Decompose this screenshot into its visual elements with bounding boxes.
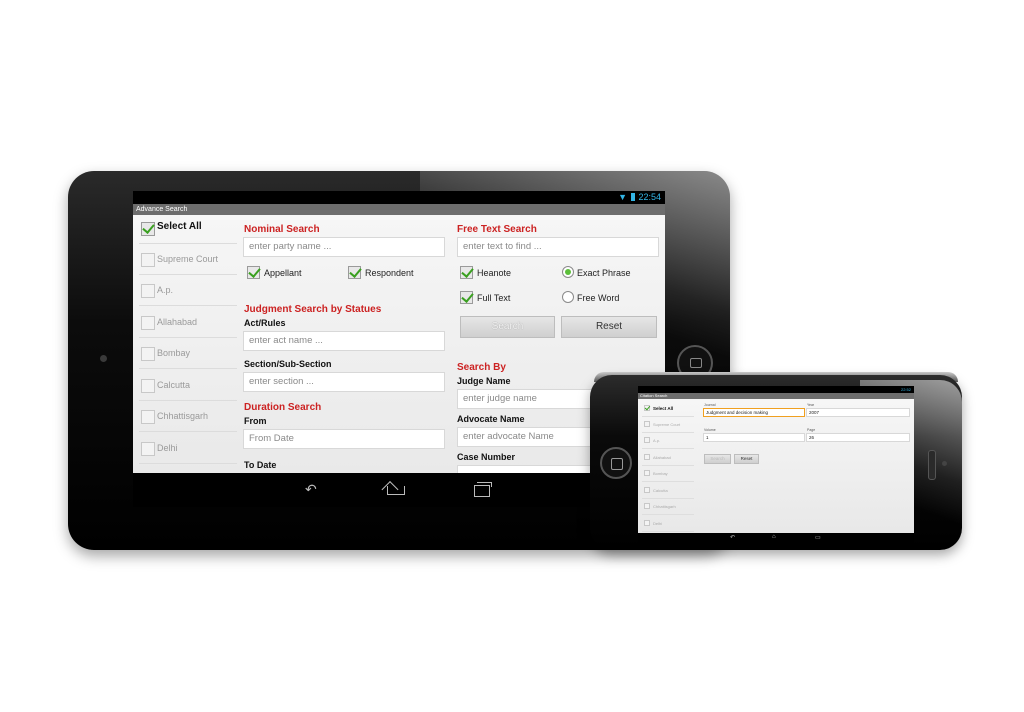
phone-home-icon[interactable]: ⌂ xyxy=(772,534,776,540)
checkbox[interactable] xyxy=(141,410,155,424)
journal-input[interactable]: Judgment and decision making xyxy=(703,408,805,417)
status-time: 22:54 xyxy=(638,192,661,202)
phone-sidebar-item-ap[interactable]: A.p. xyxy=(642,433,694,449)
checkbox[interactable] xyxy=(644,405,650,411)
battery-icon xyxy=(631,193,635,201)
phone-camera xyxy=(942,461,947,466)
free-word-radio[interactable] xyxy=(562,291,574,303)
checkbox[interactable] xyxy=(141,316,155,330)
free-text-input[interactable]: enter text to find ... xyxy=(457,237,659,257)
sidebar-item-chhattisgarh[interactable]: Chhattisgarh xyxy=(139,403,237,432)
checkbox[interactable] xyxy=(460,266,473,279)
sidebar-item-supreme-court[interactable]: Supreme Court xyxy=(139,246,237,275)
case-number-label: Case Number xyxy=(457,452,516,462)
free-text-search-heading: Free Text Search xyxy=(457,224,537,235)
phone-sidebar-item-bombay[interactable]: Bombay xyxy=(642,466,694,482)
tablet-camera xyxy=(100,355,107,362)
app-title-bar: Advance Search xyxy=(133,204,665,215)
advance-search-form: Select All Supreme Court A.p. Allahabad … xyxy=(133,215,665,473)
sidebar-item-delhi[interactable]: Delhi xyxy=(139,435,237,464)
app-title: Advance Search xyxy=(136,206,188,213)
exact-phrase-label: Exact Phrase xyxy=(577,268,631,278)
advocate-name-label: Advocate Name xyxy=(457,414,525,424)
phone-sidebar-item-chhattisgarh[interactable]: Chhattisgarh xyxy=(642,499,694,515)
phone-home-button[interactable] xyxy=(600,447,632,479)
judge-name-label: Judge Name xyxy=(457,376,511,386)
checkbox[interactable] xyxy=(141,284,155,298)
section-input[interactable]: enter section ... xyxy=(243,372,445,392)
duration-search-heading: Duration Search xyxy=(244,402,322,413)
phone-sidebar-item-calcutta[interactable]: Calcutta xyxy=(642,483,694,499)
court-sidebar: Select All Supreme Court A.p. Allahabad … xyxy=(133,215,237,473)
journal-label: Journal xyxy=(704,403,716,407)
checkbox[interactable] xyxy=(247,266,260,279)
phone-sidebar-item-allahabad[interactable]: Allahabad xyxy=(642,450,694,466)
phone-recent-apps-icon[interactable]: ▭ xyxy=(815,534,821,541)
nominal-search-heading: Nominal Search xyxy=(244,224,320,235)
checkbox[interactable] xyxy=(141,442,155,456)
page-label: Page xyxy=(807,428,816,432)
home-icon[interactable] xyxy=(387,486,405,495)
back-icon[interactable]: ↶ xyxy=(305,481,317,498)
page-input[interactable]: 26 xyxy=(806,433,910,442)
checkbox[interactable] xyxy=(644,421,650,427)
nav-bar: ↶ xyxy=(133,473,665,507)
status-bar: ▼ 22:54 xyxy=(133,191,665,204)
act-rules-label: Act/Rules xyxy=(244,318,286,328)
checkbox[interactable] xyxy=(460,291,473,304)
year-input[interactable]: 2007 xyxy=(806,408,910,417)
phone-search-button[interactable]: Search xyxy=(704,454,731,464)
from-label: From xyxy=(244,416,267,426)
phone-sidebar-item-supreme-court[interactable]: Supreme Court xyxy=(642,417,694,433)
checkbox[interactable] xyxy=(644,470,650,476)
checkbox[interactable] xyxy=(141,347,155,361)
section-label: Section/Sub-Section xyxy=(244,359,332,369)
sidebar-item-calcutta[interactable]: Calcutta xyxy=(139,372,237,401)
phone-nav-bar: ↶ ⌂ ▭ xyxy=(638,533,914,543)
volume-input[interactable]: 1 xyxy=(703,433,805,442)
sidebar-item-ap[interactable]: A.p. xyxy=(139,277,237,306)
phone-sidebar-item-delhi[interactable]: Delhi xyxy=(642,516,694,532)
party-name-input[interactable]: enter party name ... xyxy=(243,237,445,257)
phone-reset-button[interactable]: Reset xyxy=(734,454,759,464)
from-date-input[interactable]: From Date xyxy=(243,429,445,449)
phone-screen: 22:52 Citation Search Select All Supreme… xyxy=(638,386,914,543)
phone-app-title: Citation Search xyxy=(640,393,668,398)
free-word-label: Free Word xyxy=(577,293,620,303)
citation-search-form: Select All Supreme Court A.p. Allahabad … xyxy=(638,399,914,533)
phone-speaker xyxy=(928,450,936,480)
sidebar-item-bombay[interactable]: Bombay xyxy=(139,340,237,369)
year-label: Year xyxy=(807,403,815,407)
statutes-heading: Judgment Search by Statues xyxy=(244,304,382,315)
wifi-icon: ▼ xyxy=(618,192,627,202)
checkbox[interactable] xyxy=(644,503,650,509)
checkbox[interactable] xyxy=(141,253,155,267)
reset-button[interactable]: Reset xyxy=(561,316,657,338)
sidebar-item-allahabad[interactable]: Allahabad xyxy=(139,309,237,338)
volume-label: Volume xyxy=(704,428,716,432)
search-by-heading: Search By xyxy=(457,362,506,373)
to-date-label: To Date xyxy=(244,460,277,470)
sidebar-item-select-all[interactable]: Select All xyxy=(139,215,237,244)
checkbox[interactable] xyxy=(141,222,155,236)
phone-sidebar-item-select-all[interactable]: Select All xyxy=(642,401,694,417)
phone-status-time: 22:52 xyxy=(900,387,911,392)
phone-back-icon[interactable]: ↶ xyxy=(730,534,735,541)
act-name-input[interactable]: enter act name ... xyxy=(243,331,445,351)
checkbox[interactable] xyxy=(644,437,650,443)
recent-apps-icon[interactable] xyxy=(474,482,492,497)
checkbox[interactable] xyxy=(348,266,361,279)
search-button[interactable]: Search xyxy=(460,316,555,338)
exact-phrase-radio[interactable] xyxy=(562,266,574,278)
checkbox[interactable] xyxy=(141,379,155,393)
phone-status-bar: 22:52 xyxy=(638,386,914,393)
checkbox[interactable] xyxy=(644,454,650,460)
checkbox[interactable] xyxy=(644,520,650,526)
checkbox[interactable] xyxy=(644,487,650,493)
tablet-screen: ▼ 22:54 Advance Search Select All Suprem… xyxy=(133,191,665,507)
